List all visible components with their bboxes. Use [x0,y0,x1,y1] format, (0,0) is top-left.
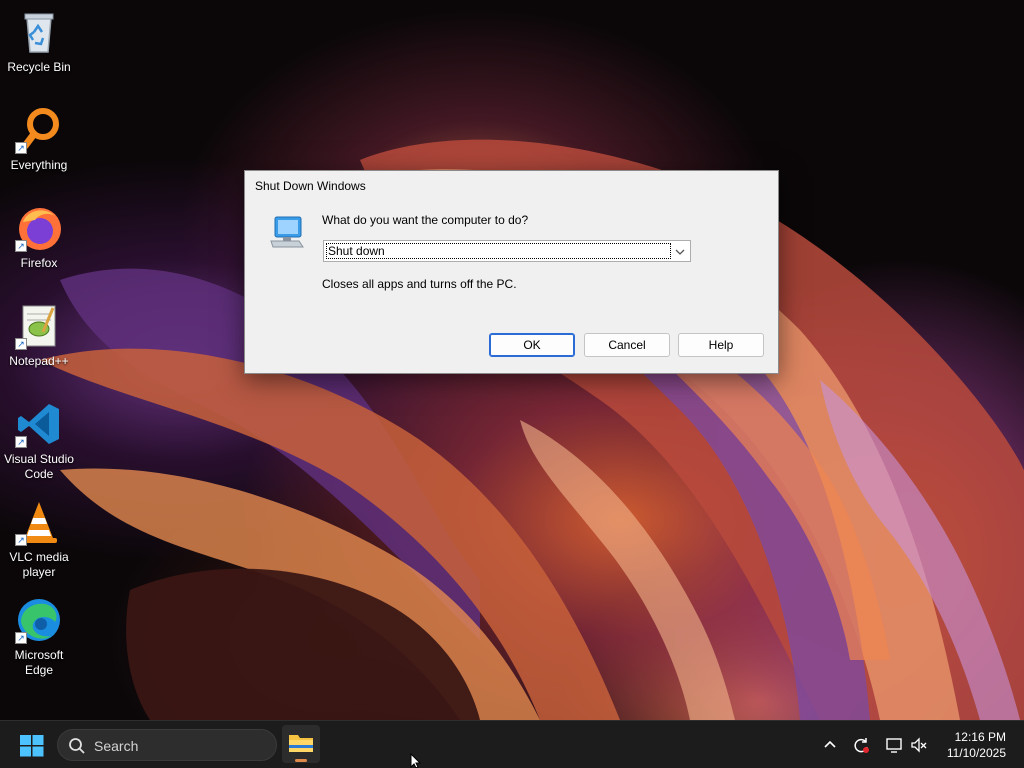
desktop-icon-notepad-plus-plus[interactable]: ↗ Notepad++ [0,302,78,369]
dialog-title: Shut Down Windows [255,179,366,193]
clock-time: 12:16 PM [954,730,1006,744]
desktop-icon-vlc[interactable]: ↗ VLC media player [0,498,78,580]
everything-icon: ↗ [15,106,63,154]
firefox-icon: ↗ [15,204,63,252]
dialog-question: What do you want the computer to do? [322,213,529,227]
sync-icon[interactable] [852,736,870,754]
desktop-icon-everything[interactable]: ↗ Everything [0,106,78,173]
shortcut-arrow-icon: ↗ [15,534,27,546]
chevron-up-icon[interactable] [821,736,839,754]
shortcut-arrow-icon: ↗ [15,142,27,154]
shortcut-arrow-icon: ↗ [15,338,27,350]
shortcut-arrow-icon: ↗ [15,632,27,644]
display-icon[interactable] [885,736,903,754]
windows-logo-icon [20,735,44,757]
active-indicator [295,759,307,762]
desktop-icon-label: Notepad++ [9,354,69,368]
taskbar-file-explorer[interactable] [282,725,320,763]
desktop-icon-recycle-bin[interactable]: Recycle Bin [0,8,78,75]
selected-option: Shut down [326,243,671,259]
search-placeholder: Search [94,738,139,754]
taskbar: Search 12:16 PM 11/10/2025 [0,720,1024,768]
edge-icon: ↗ [15,596,63,644]
desktop-icon-label: Recycle Bin [7,60,71,74]
ok-button[interactable]: OK [489,333,575,357]
shutdown-option-select[interactable]: Shut down [323,240,691,262]
clock-date: 11/10/2025 [946,746,1006,760]
desktop-icon-label: Everything [10,158,68,172]
shortcut-arrow-icon: ↗ [15,436,27,448]
desktop-icon-label: Firefox [20,256,58,270]
desktop-icon-vscode[interactable]: ↗ Visual Studio Code [0,400,78,482]
desktop-icon-label: Visual Studio Code [4,452,74,481]
chevron-down-icon [674,245,686,257]
desktop-icon-edge[interactable]: ↗ Microsoft Edge [0,596,78,678]
vlc-icon: ↗ [15,498,63,546]
help-button[interactable]: Help [678,333,764,357]
mouse-cursor-icon [410,752,422,768]
folder-icon [289,735,313,752]
desktop-icon-label: Microsoft Edge [14,648,64,677]
option-description: Closes all apps and turns off the PC. [322,277,517,291]
desktop-icon-label: VLC media player [9,550,69,579]
shortcut-arrow-icon: ↗ [15,240,27,252]
shutdown-dialog: Shut Down Windows What do you want the c… [244,170,779,374]
volume-muted-icon[interactable] [910,736,928,754]
recycle-bin-icon [15,8,63,56]
taskbar-search[interactable]: Search [57,729,277,761]
computer-icon [269,215,305,251]
start-button[interactable] [20,735,44,757]
vscode-icon: ↗ [15,400,63,448]
cancel-button[interactable]: Cancel [584,333,670,357]
notepad-plus-plus-icon: ↗ [15,302,63,350]
system-clock[interactable]: 12:16 PM 11/10/2025 [947,729,1006,761]
desktop-icon-firefox[interactable]: ↗ Firefox [0,204,78,271]
search-icon [68,737,86,755]
